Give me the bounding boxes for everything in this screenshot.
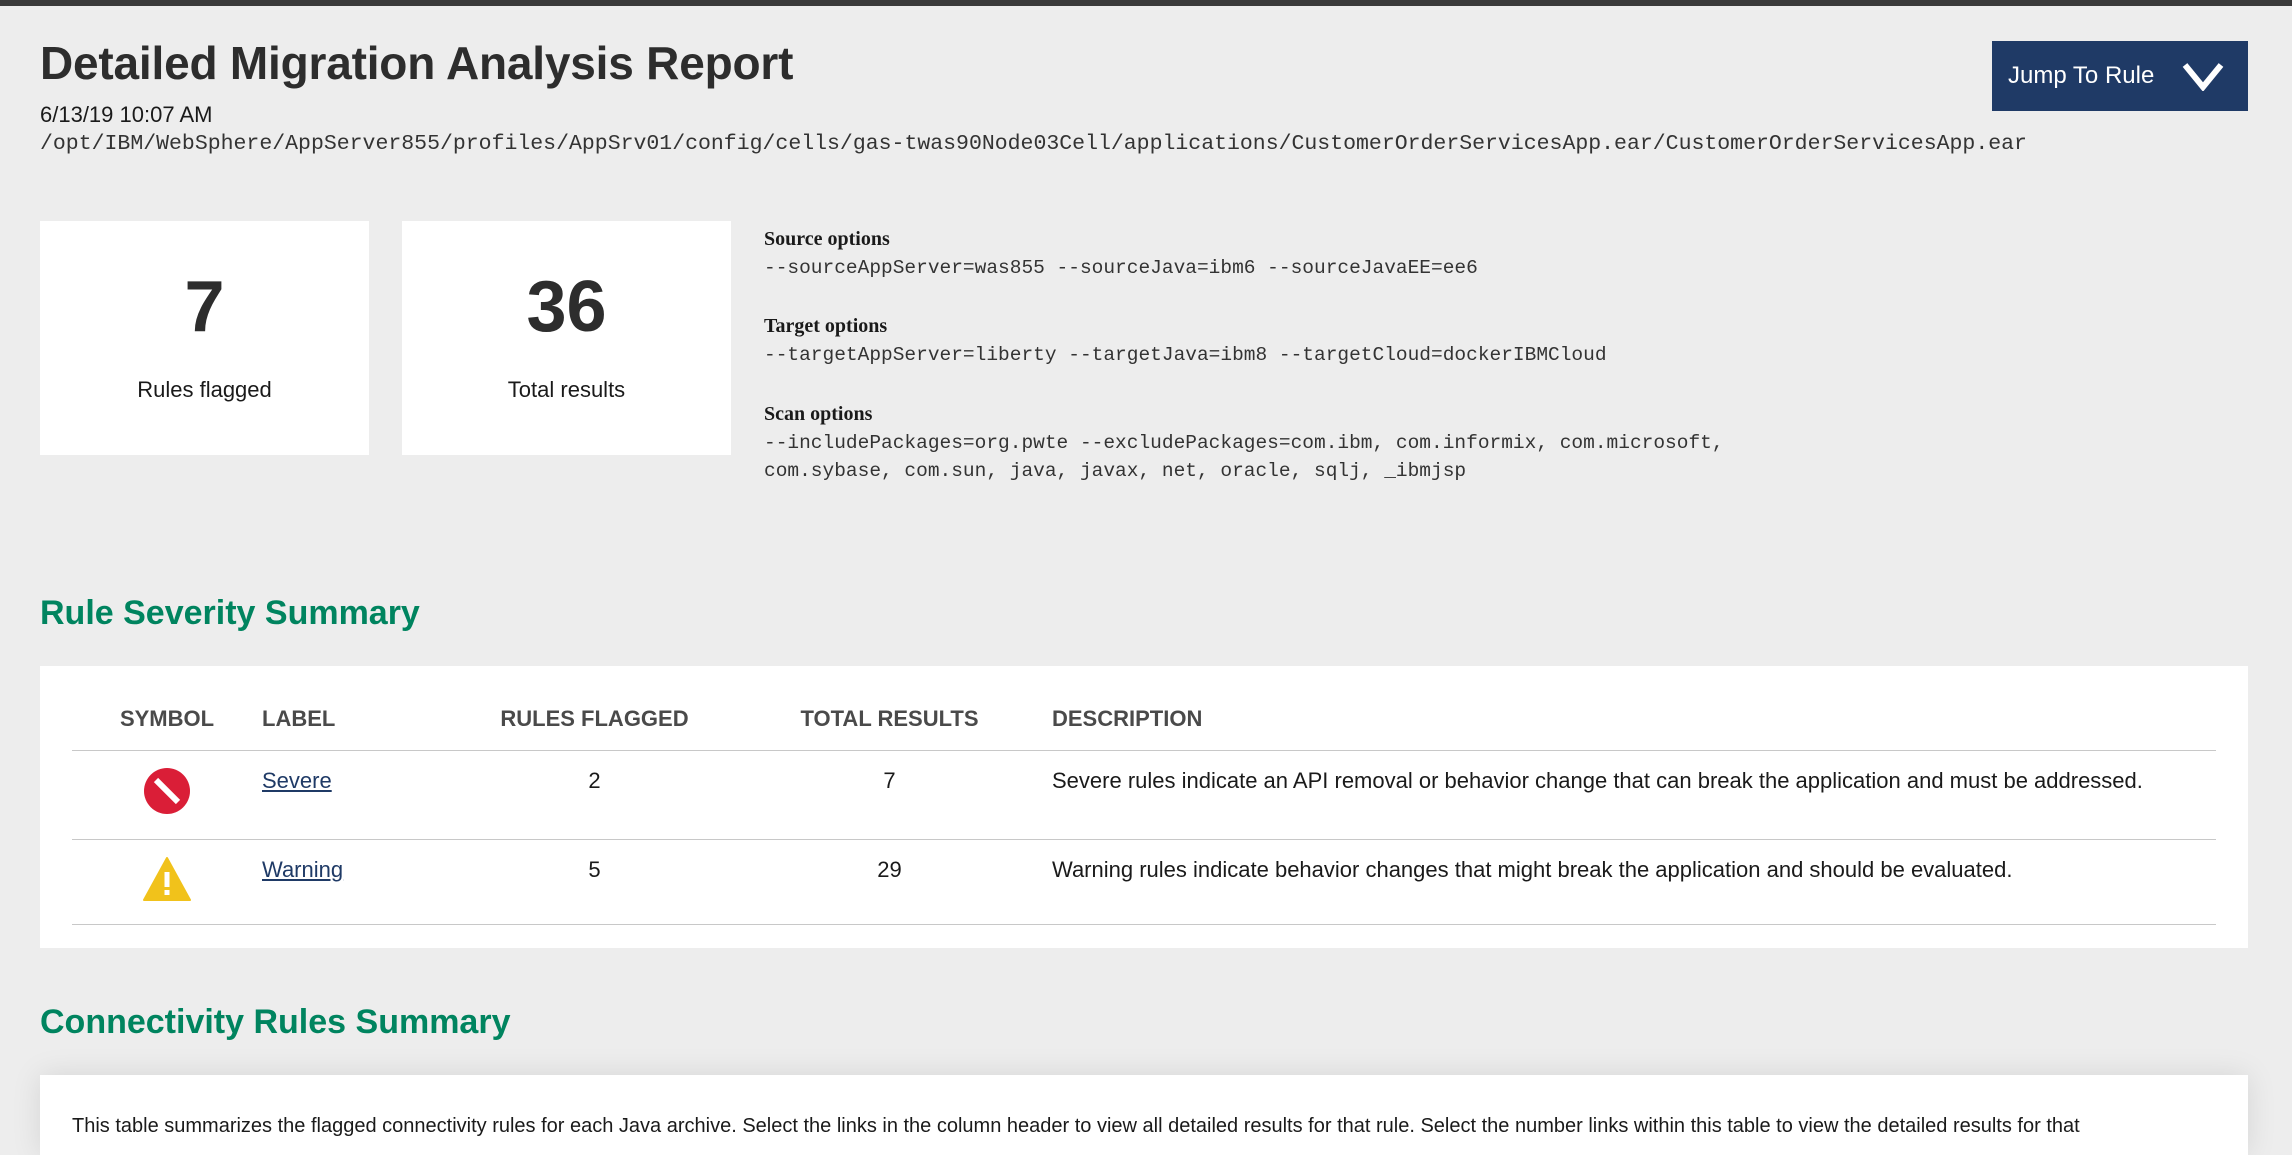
table-row-severe: Severe 2 7 Severe rules indicate an API … — [72, 750, 2216, 840]
report-path: /opt/IBM/WebSphere/AppServer855/profiles… — [40, 132, 2027, 156]
target-options: Target options --targetAppServer=liberty… — [764, 315, 1607, 369]
scan-options-line-2: com.sybase, com.sun, java, javax, net, o… — [764, 460, 1467, 482]
severity-table: SYMBOL LABEL RULES FLAGGED TOTAL RESULTS… — [72, 688, 2216, 925]
scan-options-heading: Scan options — [764, 403, 873, 425]
target-options-heading: Target options — [764, 315, 888, 337]
total-results-caption: Total results — [507, 377, 626, 402]
source-options-value: --sourceAppServer=was855 --sourceJava=ib… — [764, 257, 1478, 279]
column-header-description: DESCRIPTION — [1052, 688, 2216, 751]
warning-description: Warning rules indicate behavior changes … — [1052, 857, 2013, 882]
severity-table-header: SYMBOL LABEL RULES FLAGGED TOTAL RESULTS… — [72, 688, 2216, 751]
source-options-heading: Source options — [764, 228, 890, 250]
scan-options: Scan options --includePackages=org.pwte … — [764, 403, 1724, 485]
connectivity-panel: This table summarizes the flagged connec… — [40, 1075, 2248, 1155]
top-border — [0, 0, 2292, 6]
column-header-total-results: TOTAL RESULTS — [727, 688, 1052, 751]
rules-flagged-card: 7 Rules flagged — [40, 221, 369, 455]
warning-rules-flagged: 5 — [588, 857, 601, 882]
total-results-count: 36 — [526, 267, 607, 347]
total-results-card: 36 Total results — [402, 221, 731, 455]
rules-flagged-caption: Rules flagged — [137, 377, 272, 402]
jump-to-rule-button[interactable]: Jump To Rule — [1992, 41, 2248, 111]
scan-options-line-1: --includePackages=org.pwte --excludePack… — [764, 432, 1724, 454]
rules-flagged-count: 7 — [184, 267, 225, 347]
jump-to-rule-label: Jump To Rule — [2008, 62, 2155, 89]
severe-link[interactable]: Severe — [262, 768, 332, 793]
severe-description: Severe rules indicate an API removal or … — [1052, 768, 2143, 793]
severe-icon — [144, 768, 190, 814]
connectivity-intro-text: This table summarizes the flagged connec… — [72, 1115, 2080, 1137]
rule-severity-summary-title: Rule Severity Summary — [40, 594, 420, 632]
warning-icon — [143, 857, 191, 901]
column-header-label: LABEL — [262, 688, 462, 751]
rule-severity-panel: SYMBOL LABEL RULES FLAGGED TOTAL RESULTS… — [40, 666, 2248, 948]
warning-link[interactable]: Warning — [262, 857, 343, 882]
column-header-symbol: SYMBOL — [72, 688, 262, 751]
severe-total-results: 7 — [883, 768, 896, 793]
warning-total-results: 29 — [877, 857, 902, 882]
table-row-warning: Warning 5 29 Warning rules indicate beha… — [72, 839, 2216, 925]
connectivity-rules-summary-title: Connectivity Rules Summary — [40, 1003, 511, 1041]
report-date: 6/13/19 10:07 AM — [40, 102, 213, 127]
severe-rules-flagged: 2 — [588, 768, 601, 793]
target-options-value: --targetAppServer=liberty --targetJava=i… — [764, 344, 1607, 366]
chevron-down-icon — [2182, 63, 2224, 91]
source-options: Source options --sourceAppServer=was855 … — [764, 228, 1478, 282]
page-title: Detailed Migration Analysis Report — [40, 37, 794, 89]
column-header-rules-flagged: RULES FLAGGED — [462, 688, 727, 751]
scan-options-value: --includePackages=org.pwte --excludePack… — [764, 429, 1724, 485]
